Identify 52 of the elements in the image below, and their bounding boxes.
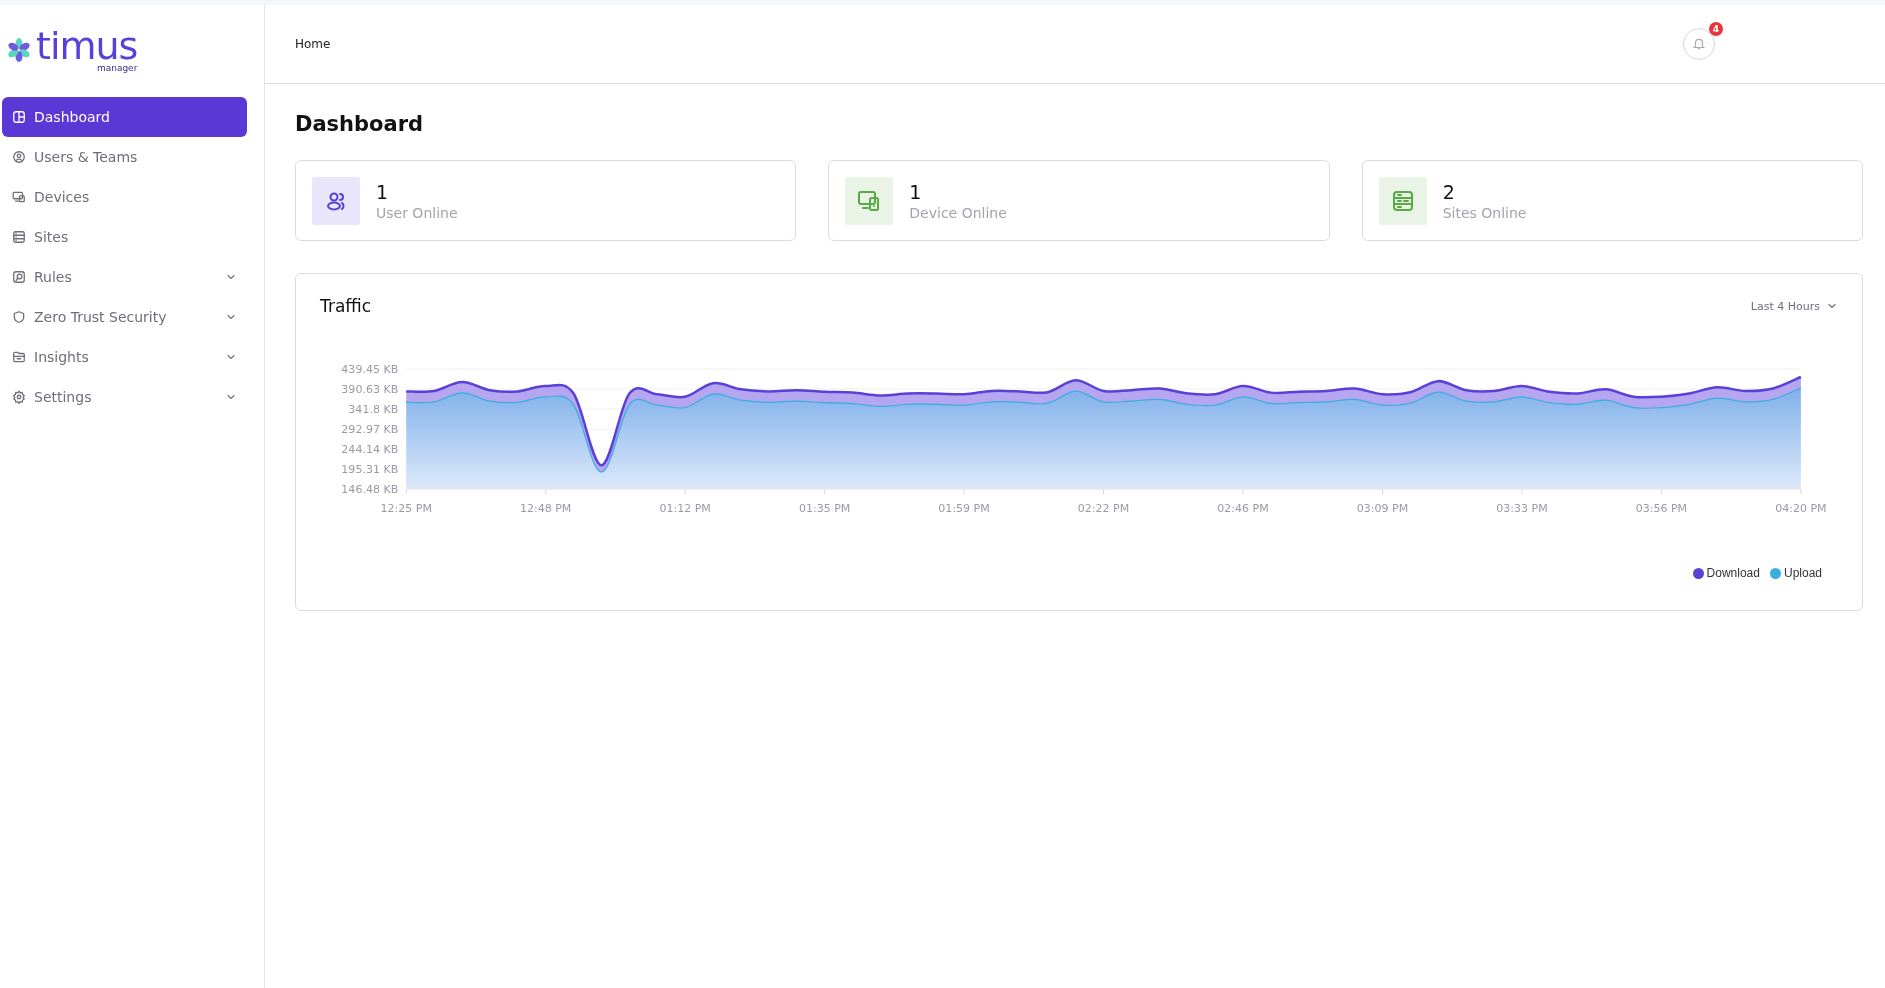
x-axis-label: 01:59 PM bbox=[938, 502, 990, 516]
x-axis-label: 12:48 PM bbox=[520, 502, 572, 516]
gear-icon bbox=[12, 390, 26, 404]
folder-icon bbox=[12, 350, 26, 364]
y-axis-label: 146.48 KB bbox=[341, 483, 399, 497]
x-axis-label: 02:46 PM bbox=[1217, 502, 1269, 516]
stat-value: 1 bbox=[376, 180, 390, 203]
stat-value: 2 bbox=[1442, 180, 1456, 203]
stat-label: User Online bbox=[376, 204, 458, 221]
logo-subtitle: manager bbox=[96, 63, 138, 73]
sidebar-item[interactable]: Users & Teams bbox=[2, 137, 247, 177]
x-axis-label: 01:12 PM bbox=[659, 502, 711, 516]
y-axis-label: 341.8 KB bbox=[348, 403, 399, 417]
legend-label: Download bbox=[1706, 566, 1760, 581]
flower-logo-icon bbox=[6, 37, 32, 63]
logo-wordmark: timus bbox=[36, 27, 138, 65]
y-axis-label: 390.63 KB bbox=[341, 383, 399, 397]
legend-label: Upload bbox=[1783, 566, 1822, 581]
bell-icon bbox=[1692, 37, 1706, 51]
traffic-title: Traffic bbox=[320, 296, 372, 316]
shield-icon bbox=[12, 310, 26, 324]
x-axis-label: 03:56 PM bbox=[1635, 502, 1688, 516]
sidebar-item[interactable]: Devices bbox=[2, 177, 247, 217]
y-axis-label: 292.97 KB bbox=[341, 423, 399, 437]
stat-label: Device Online bbox=[909, 204, 1007, 221]
sidebar-item[interactable]: Rules bbox=[2, 257, 247, 297]
user-circle-icon bbox=[12, 150, 26, 164]
x-axis-label: 03:33 PM bbox=[1496, 502, 1548, 516]
server-icon bbox=[12, 230, 26, 244]
rules-icon bbox=[12, 270, 26, 284]
sidebar-item[interactable]: Zero Trust Security bbox=[2, 297, 247, 337]
stat-label: Sites Online bbox=[1442, 204, 1527, 221]
y-axis-label: 195.31 KB bbox=[341, 463, 399, 477]
notification-count-badge: 4 bbox=[1709, 22, 1723, 36]
sidebar-item[interactable]: Sites bbox=[2, 217, 247, 257]
notification-button[interactable] bbox=[1683, 28, 1715, 60]
devices-icon bbox=[12, 190, 26, 204]
x-axis-label: 04:20 PM bbox=[1775, 502, 1827, 516]
y-axis-label: 439.45 KB bbox=[341, 363, 399, 377]
x-axis-label: 01:35 PM bbox=[798, 502, 851, 516]
x-axis-label: 03:09 PM bbox=[1356, 502, 1409, 516]
breadcrumb-link[interactable]: Home bbox=[295, 37, 1683, 51]
sidebar-item[interactable]: Insights bbox=[2, 337, 247, 377]
page-title: Dashboard bbox=[295, 112, 425, 136]
y-axis-label: 244.14 KB bbox=[341, 443, 399, 457]
x-axis-label: 02:22 PM bbox=[1077, 502, 1130, 516]
grid-icon bbox=[12, 110, 26, 124]
x-axis-label: 12:25 PM bbox=[380, 502, 432, 516]
stat-value: 1 bbox=[909, 180, 923, 203]
sidebar-item[interactable]: Settings bbox=[2, 377, 247, 417]
time-range-dropdown[interactable]: Last 4 Hours bbox=[1750, 299, 1838, 313]
sidebar-item[interactable]: Dashboard bbox=[2, 97, 247, 137]
